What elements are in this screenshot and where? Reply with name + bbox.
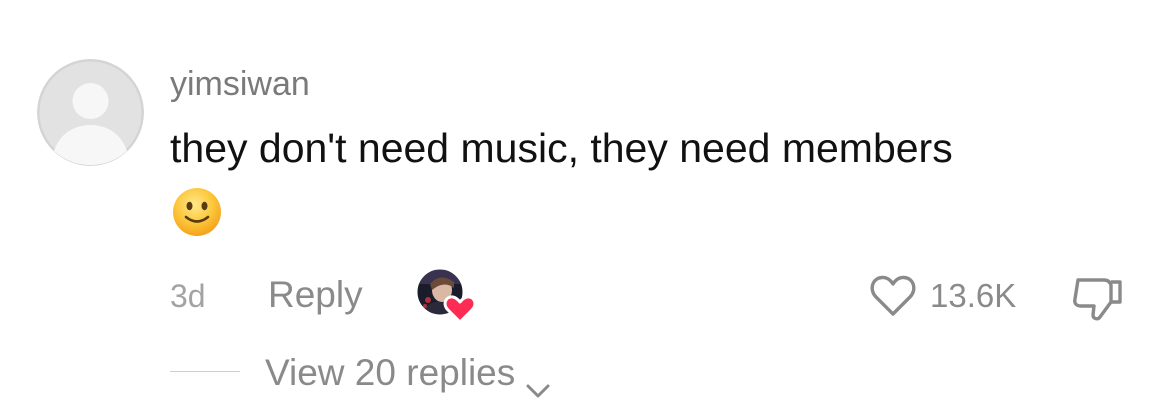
comment-timestamp: 3d [170, 278, 206, 314]
comment-username[interactable]: yimsiwan [170, 62, 310, 106]
slightly-smiling-face-icon: 🙂 [171, 186, 223, 238]
creator-liked-heart-icon [416, 268, 477, 324]
default-avatar-icon [37, 59, 144, 166]
replies-divider [170, 371, 240, 372]
reply-button[interactable]: Reply [268, 272, 363, 318]
heart-outline-icon [870, 275, 916, 316]
chevron-down-icon [523, 366, 553, 398]
comment-text: they don't need music, they need members [170, 125, 953, 171]
like-count: 13.6K [930, 277, 1017, 314]
view-replies-button[interactable]: View 20 replies [265, 350, 553, 398]
like-button[interactable] [868, 274, 918, 318]
user-avatar[interactable] [37, 59, 144, 166]
view-replies-label: View 20 replies [265, 352, 516, 393]
thumbs-down-icon [1073, 278, 1122, 321]
creator-liked-badge [416, 268, 478, 324]
dislike-button[interactable] [1070, 274, 1126, 322]
